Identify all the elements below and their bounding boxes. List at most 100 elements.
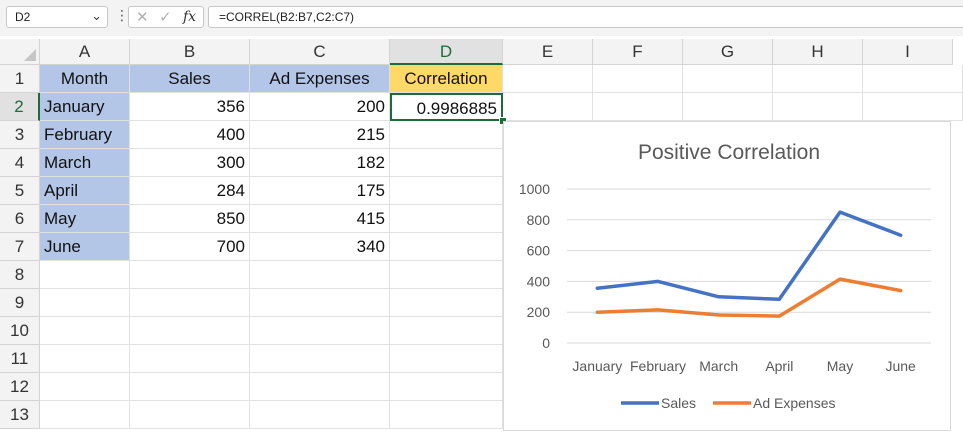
cell-c1[interactable]: Ad Expenses [250,65,390,93]
cell-d4[interactable] [390,149,503,177]
formula-input[interactable]: =CORREL(B2:B7,C2:C7) [208,6,963,28]
cell-i2[interactable] [863,93,963,121]
cell-e2[interactable] [503,93,593,121]
cell-d8[interactable] [390,261,503,289]
column-header-i[interactable]: I [863,39,953,65]
cell-c3[interactable]: 215 [250,121,390,149]
cell-b1[interactable]: Sales [130,65,250,93]
cell-d11[interactable] [390,345,503,373]
cell-a13[interactable] [40,401,130,429]
cell-a8[interactable] [40,261,130,289]
cell-a10[interactable] [40,317,130,345]
column-header-a[interactable]: A [40,39,130,65]
select-all-button[interactable] [0,39,40,65]
cell-b7[interactable]: 700 [130,233,250,261]
cell-a4[interactable]: March [40,149,130,177]
cell-d13[interactable] [390,401,503,429]
confirm-icon[interactable]: ✓ [159,8,172,26]
y-tick-label: 200 [527,304,551,320]
cell-d9[interactable] [390,289,503,317]
cell-d12[interactable] [390,373,503,401]
cell-a5[interactable]: April [40,177,130,205]
column-header-h[interactable]: H [773,39,863,65]
cell-b12[interactable] [130,373,250,401]
cell-c7[interactable]: 340 [250,233,390,261]
row-header-7[interactable]: 7 [0,233,40,261]
cell-b6[interactable]: 850 [130,205,250,233]
cell-a9[interactable] [40,289,130,317]
cell-i1[interactable] [863,65,963,93]
cell-c8[interactable] [250,261,390,289]
cell-d6[interactable] [390,205,503,233]
cell-g1[interactable] [683,65,773,93]
row-header-10[interactable]: 10 [0,317,40,345]
column-header-g[interactable]: G [683,39,773,65]
cell-d2[interactable]: 0.9986885 [390,93,503,121]
cell-d10[interactable] [390,317,503,345]
cell-c9[interactable] [250,289,390,317]
x-tick-label: March [699,358,738,374]
cell-a7[interactable]: June [40,233,130,261]
cell-c4[interactable]: 182 [250,149,390,177]
cell-d5[interactable] [390,177,503,205]
cell-c12[interactable] [250,373,390,401]
row-header-11[interactable]: 11 [0,345,40,373]
row-header-8[interactable]: 8 [0,261,40,289]
row-header-6[interactable]: 6 [0,205,40,233]
cell-b3[interactable]: 400 [130,121,250,149]
row-header-1[interactable]: 1 [0,65,40,93]
row-header-9[interactable]: 9 [0,289,40,317]
cell-c13[interactable] [250,401,390,429]
line-chart[interactable]: Positive Correlation 0 200 400 600 800 1000 Jan… [503,121,951,431]
cell-g2[interactable] [683,93,773,121]
cell-c2[interactable]: 200 [250,93,390,121]
cell-c10[interactable] [250,317,390,345]
column-header-e[interactable]: E [503,39,593,65]
y-tick-label: 1000 [519,181,550,197]
cell-h1[interactable] [773,65,863,93]
column-header-f[interactable]: F [593,39,683,65]
cell-a1[interactable]: Month [40,65,130,93]
row-header-13[interactable]: 13 [0,401,40,429]
cell-a3[interactable]: February [40,121,130,149]
cell-b8[interactable] [130,261,250,289]
insert-function-icon[interactable]: fx [183,9,196,25]
cell-b13[interactable] [130,401,250,429]
cell-d1[interactable]: Correlation [390,65,503,93]
row-header-3[interactable]: 3 [0,121,40,149]
cell-c6[interactable]: 415 [250,205,390,233]
cell-b10[interactable] [130,317,250,345]
column-header-c[interactable]: C [250,39,390,65]
cell-a2[interactable]: January [40,93,130,121]
cell-c11[interactable] [250,345,390,373]
cell-e1[interactable] [503,65,593,93]
column-header-d[interactable]: D [390,39,503,65]
cell-a12[interactable] [40,373,130,401]
cancel-icon[interactable]: ✕ [136,8,149,26]
chart-title: Positive Correlation [638,141,820,164]
chevron-down-icon[interactable]: ⌄ [91,8,102,24]
column-header-b[interactable]: B [130,39,250,65]
x-tick-label: February [630,358,686,374]
row-header-5[interactable]: 5 [0,177,40,205]
cell-b5[interactable]: 284 [130,177,250,205]
row-header-12[interactable]: 12 [0,373,40,401]
cell-f2[interactable] [593,93,683,121]
cell-d7[interactable] [390,233,503,261]
cell-b11[interactable] [130,345,250,373]
cell-d3[interactable] [390,121,503,149]
more-options-icon[interactable]: ⋮ [115,8,129,22]
row-header-4[interactable]: 4 [0,149,40,177]
cell-h2[interactable] [773,93,863,121]
name-box[interactable]: D2 ⌄ [6,6,108,28]
series-line-sales [595,210,903,302]
cell-f1[interactable] [593,65,683,93]
formula-bar: D2 ⌄ ⋮ ✕ ✓ fx =CORREL(B2:B7,C2:C7) [0,0,963,36]
cell-a6[interactable]: May [40,205,130,233]
cell-b9[interactable] [130,289,250,317]
row-header-2[interactable]: 2 [0,93,40,121]
cell-b4[interactable]: 300 [130,149,250,177]
cell-b2[interactable]: 356 [130,93,250,121]
cell-a11[interactable] [40,345,130,373]
cell-c5[interactable]: 175 [250,177,390,205]
